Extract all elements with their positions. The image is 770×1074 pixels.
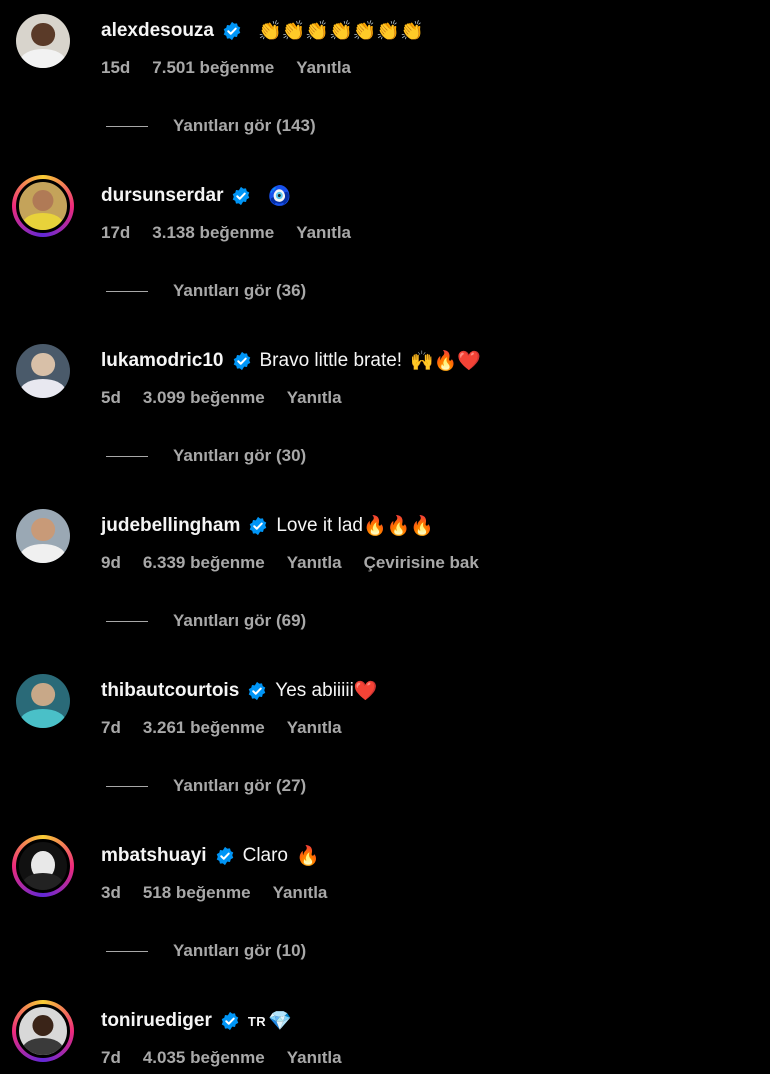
verified-badge-icon	[216, 846, 233, 866]
view-replies-label: Yanıtları gör (36)	[173, 281, 307, 300]
avatar[interactable]	[12, 835, 74, 897]
avatar[interactable]	[12, 670, 74, 732]
divider	[106, 950, 148, 952]
divider	[106, 290, 148, 292]
comment-time: 5d	[101, 388, 121, 407]
view-replies-button[interactable]: Yanıtları gör (10)	[106, 941, 306, 961]
username[interactable]: judebellingham	[101, 515, 240, 537]
tr-badge: TR	[247, 1013, 267, 1029]
view-replies-button[interactable]: Yanıtları gör (30)	[106, 446, 306, 466]
avatar[interactable]	[12, 175, 74, 237]
verified-badge-icon	[223, 21, 241, 41]
view-replies-label: Yanıtları gör (10)	[173, 941, 307, 960]
translate-button[interactable]: Çevirisine bak	[364, 553, 479, 573]
verified-badge-icon	[250, 516, 267, 536]
view-replies-label: Yanıtları gör (69)	[173, 611, 307, 630]
comment-time: 7d	[101, 1048, 121, 1067]
view-replies-label: Yanıtları gör (143)	[173, 116, 316, 135]
comment-time: 17d	[101, 223, 131, 242]
divider	[106, 620, 148, 622]
comment-item: alexdesouza 👏👏👏👏👏👏👏 15d 7.501 beğenme Ya…	[0, 0, 770, 165]
username[interactable]: alexdesouza	[101, 20, 214, 42]
view-replies-button[interactable]: Yanıtları gör (143)	[106, 116, 316, 136]
view-replies-button[interactable]: Yanıtları gör (69)	[106, 611, 306, 631]
reply-button[interactable]: Yanıtla	[296, 223, 351, 243]
divider	[106, 455, 148, 457]
like-count[interactable]: 518 beğenme	[143, 883, 251, 903]
comment-emoji: 🔥	[296, 845, 320, 867]
like-count[interactable]: 3.261 beğenme	[143, 718, 265, 738]
avatar[interactable]	[12, 1000, 74, 1062]
like-count[interactable]: 6.339 beğenme	[143, 553, 265, 573]
comment-item: dursunserdar 🧿 17d 3.138 beğenme Yanıtla…	[0, 165, 770, 330]
reply-button[interactable]: Yanıtla	[273, 883, 328, 903]
comment-item: toniruediger TR 💎 7d 4.035 beğenme Yanıt…	[0, 990, 770, 1074]
comment-time: 9d	[101, 553, 121, 572]
reply-button[interactable]: Yanıtla	[287, 718, 342, 738]
reply-button[interactable]: Yanıtla	[287, 1048, 342, 1068]
view-replies-button[interactable]: Yanıtları gör (27)	[106, 776, 306, 796]
comment-emoji: 🔥🔥🔥	[362, 515, 434, 537]
reply-button[interactable]: Yanıtla	[287, 553, 342, 573]
comment-item: mbatshuayi Claro 🔥 3d 518 beğenme Yanıtl…	[0, 825, 770, 990]
username[interactable]: dursunserdar	[101, 185, 223, 207]
divider	[106, 785, 148, 787]
comment-time: 3d	[101, 883, 121, 902]
comment-time: 15d	[101, 58, 131, 77]
comment-text: Bravo little brate!	[259, 350, 403, 371]
verified-badge-icon	[233, 186, 250, 206]
avatar[interactable]	[12, 10, 74, 72]
username[interactable]: thibautcourtois	[101, 680, 239, 702]
view-replies-label: Yanıtları gör (30)	[173, 446, 307, 465]
comment-text: Love it lad	[276, 515, 363, 536]
like-count[interactable]: 4.035 beğenme	[143, 1048, 265, 1068]
comment-item: lukamodric10 Bravo little brate! 🙌🔥❤️ 5d…	[0, 330, 770, 495]
comment-emoji: 👏👏👏👏👏👏👏	[258, 20, 424, 42]
comment-item: judebellingham Love it lad 🔥🔥🔥 9d 6.339 …	[0, 495, 770, 660]
comment-time: 7d	[101, 718, 121, 737]
view-replies-label: Yanıtları gör (27)	[173, 776, 307, 795]
view-replies-button[interactable]: Yanıtları gör (36)	[106, 281, 306, 301]
comment-text: Yes abiiiii	[275, 680, 354, 701]
avatar[interactable]	[12, 505, 74, 567]
like-count[interactable]: 3.138 beğenme	[152, 223, 274, 243]
verified-badge-icon	[249, 681, 266, 701]
like-count[interactable]: 3.099 beğenme	[143, 388, 265, 408]
username[interactable]: mbatshuayi	[101, 845, 207, 867]
comment-emoji: 💎	[268, 1010, 292, 1032]
verified-badge-icon	[221, 1011, 239, 1031]
verified-badge-icon	[233, 351, 250, 371]
divider	[106, 125, 148, 127]
username[interactable]: toniruediger	[101, 1010, 212, 1032]
comment-emoji: 🙌🔥❤️	[410, 350, 482, 372]
comment-emoji: 🧿	[267, 185, 292, 207]
avatar[interactable]	[12, 340, 74, 402]
like-count[interactable]: 7.501 beğenme	[152, 58, 274, 78]
reply-button[interactable]: Yanıtla	[287, 388, 342, 408]
comment-item: thibautcourtois Yes abiiiii ❤️ 7d 3.261 …	[0, 660, 770, 825]
username[interactable]: lukamodric10	[101, 350, 224, 372]
comment-text: Claro	[242, 845, 288, 866]
comment-emoji: ❤️	[353, 680, 378, 702]
reply-button[interactable]: Yanıtla	[296, 58, 351, 78]
